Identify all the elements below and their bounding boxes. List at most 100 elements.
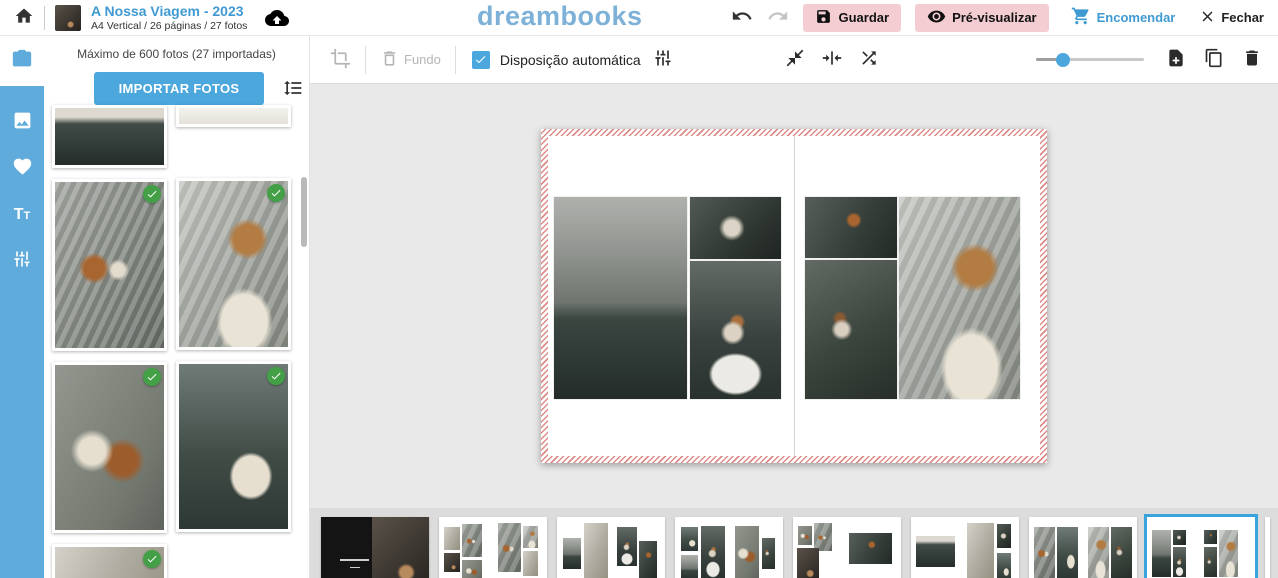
photo-used-check-icon [143, 550, 161, 568]
auto-layout-toggle[interactable]: Disposição automática [472, 51, 641, 69]
collapse-photos-button[interactable] [785, 48, 805, 71]
add-page-icon [1166, 48, 1186, 71]
filmstrip-page[interactable] [321, 517, 429, 578]
filmstrip-page-selected[interactable] [1147, 517, 1255, 578]
rail-tab-settings[interactable] [0, 238, 44, 284]
page-actions [1166, 48, 1262, 71]
preview-button[interactable]: Pré-visualizar [915, 4, 1049, 32]
left-rail: TT [0, 36, 44, 578]
image-icon [12, 110, 33, 136]
save-label: Guardar [838, 10, 889, 25]
photo-thumbnail[interactable] [52, 179, 167, 351]
top-bar: A Nossa Viagem - 2023 A4 Vertical / 26 p… [0, 0, 1278, 36]
photo-used-check-icon [143, 368, 161, 386]
text-icon: TT [14, 207, 31, 223]
filmstrip-page-partial[interactable] [1265, 517, 1270, 578]
spread-photo[interactable] [690, 197, 781, 259]
copy-icon [1204, 48, 1224, 71]
rail-tab-photos[interactable] [0, 36, 44, 86]
photo-thumbnail[interactable] [176, 178, 291, 350]
cloud-sync-icon[interactable] [265, 6, 289, 30]
project-meta: A Nossa Viagem - 2023 A4 Vertical / 26 p… [91, 3, 247, 31]
spread-spine [794, 136, 795, 456]
redo-button[interactable] [767, 5, 789, 30]
photo-thumbnail[interactable] [176, 361, 291, 532]
divider [44, 6, 45, 30]
heart-icon [12, 156, 33, 182]
crop-button[interactable] [330, 48, 351, 72]
rail-tab-gallery[interactable] [0, 100, 44, 146]
shuffle-layout-button[interactable] [859, 48, 879, 71]
photo-thumbnail[interactable] [52, 362, 167, 533]
top-bar-actions: Guardar Pré-visualizar Encomendar Fechar [731, 4, 1264, 32]
close-icon [1199, 8, 1216, 28]
spread-photo[interactable] [805, 197, 897, 258]
filmstrip-page[interactable] [675, 517, 783, 578]
layout-options-button[interactable] [653, 48, 673, 71]
background-label: Fundo [404, 52, 441, 67]
spread-pages [548, 136, 1040, 456]
photo-thumbnail[interactable] [176, 105, 291, 127]
divider [365, 46, 366, 74]
filmstrip-page[interactable] [793, 517, 901, 578]
zoom-slider[interactable] [1036, 50, 1144, 70]
rail-tab-favorites[interactable] [0, 146, 44, 192]
delete-page-button[interactable] [1242, 48, 1262, 71]
eye-icon [927, 7, 946, 29]
photos-panel: Máximo de 600 fotos (27 importadas) IMPO… [44, 36, 310, 578]
filmstrip-page[interactable] [1029, 517, 1137, 578]
auto-layout-label: Disposição automática [500, 52, 641, 68]
sort-icon [283, 86, 303, 101]
dreambooks-logo: dreambooks [477, 1, 643, 32]
project-cover-thumbnail[interactable] [55, 5, 81, 31]
photo-image [55, 365, 164, 530]
crop-icon [330, 48, 351, 72]
filmstrip-page[interactable] [911, 517, 1019, 578]
zoom-slider-track[interactable] [1036, 58, 1144, 61]
editor-toolbar: Fundo Disposição automática [310, 36, 1278, 84]
photo-thumbnail[interactable] [52, 105, 167, 168]
auto-layout-checkbox[interactable] [472, 51, 490, 69]
collapse-diagonal-icon [785, 48, 805, 71]
spread-photo[interactable] [899, 197, 1020, 399]
add-page-button[interactable] [1166, 48, 1186, 71]
photos-limit-text: Máximo de 600 fotos (27 importadas) [44, 47, 309, 61]
layout-tune-icon [653, 48, 673, 71]
order-button[interactable]: Encomendar [1071, 6, 1176, 29]
spread-photo[interactable] [554, 197, 687, 399]
camera-icon [11, 48, 33, 75]
close-label: Fechar [1221, 10, 1264, 25]
project-title[interactable]: A Nossa Viagem - 2023 [91, 3, 247, 19]
main-area: Fundo Disposição automática [310, 36, 1278, 578]
cart-icon [1071, 6, 1091, 29]
undo-button[interactable] [731, 5, 753, 30]
duplicate-page-button[interactable] [1204, 48, 1224, 71]
project-specs: A4 Vertical / 26 páginas / 27 fotos [91, 20, 247, 32]
home-button[interactable] [14, 6, 34, 29]
photo-image [55, 182, 164, 348]
preview-label: Pré-visualizar [952, 10, 1037, 25]
zoom-slider-knob[interactable] [1056, 53, 1070, 67]
photo-used-check-icon [267, 367, 285, 385]
delete-background-button[interactable]: Fundo [380, 49, 441, 71]
rail-tab-text[interactable]: TT [0, 192, 44, 238]
spread-photo[interactable] [690, 261, 781, 399]
photo-thumbnail[interactable] [52, 544, 167, 578]
tune-icon [12, 249, 32, 274]
book-spread[interactable] [541, 129, 1047, 463]
canvas-area [310, 84, 1278, 508]
photo-image [179, 181, 288, 347]
sort-photos-button[interactable] [283, 78, 303, 101]
close-button[interactable]: Fechar [1199, 8, 1264, 28]
import-photos-button[interactable]: IMPORTAR FOTOS [94, 72, 264, 105]
panel-scrollbar[interactable] [301, 177, 307, 247]
spread-photo[interactable] [805, 260, 897, 399]
divider [455, 46, 456, 74]
center-merge-button[interactable] [822, 48, 842, 71]
home-icon [14, 6, 34, 29]
photo-column-left [52, 105, 167, 578]
save-button[interactable]: Guardar [803, 4, 901, 32]
filmstrip-page[interactable] [557, 517, 665, 578]
filmstrip-page[interactable] [439, 517, 547, 578]
photo-image [55, 108, 164, 165]
